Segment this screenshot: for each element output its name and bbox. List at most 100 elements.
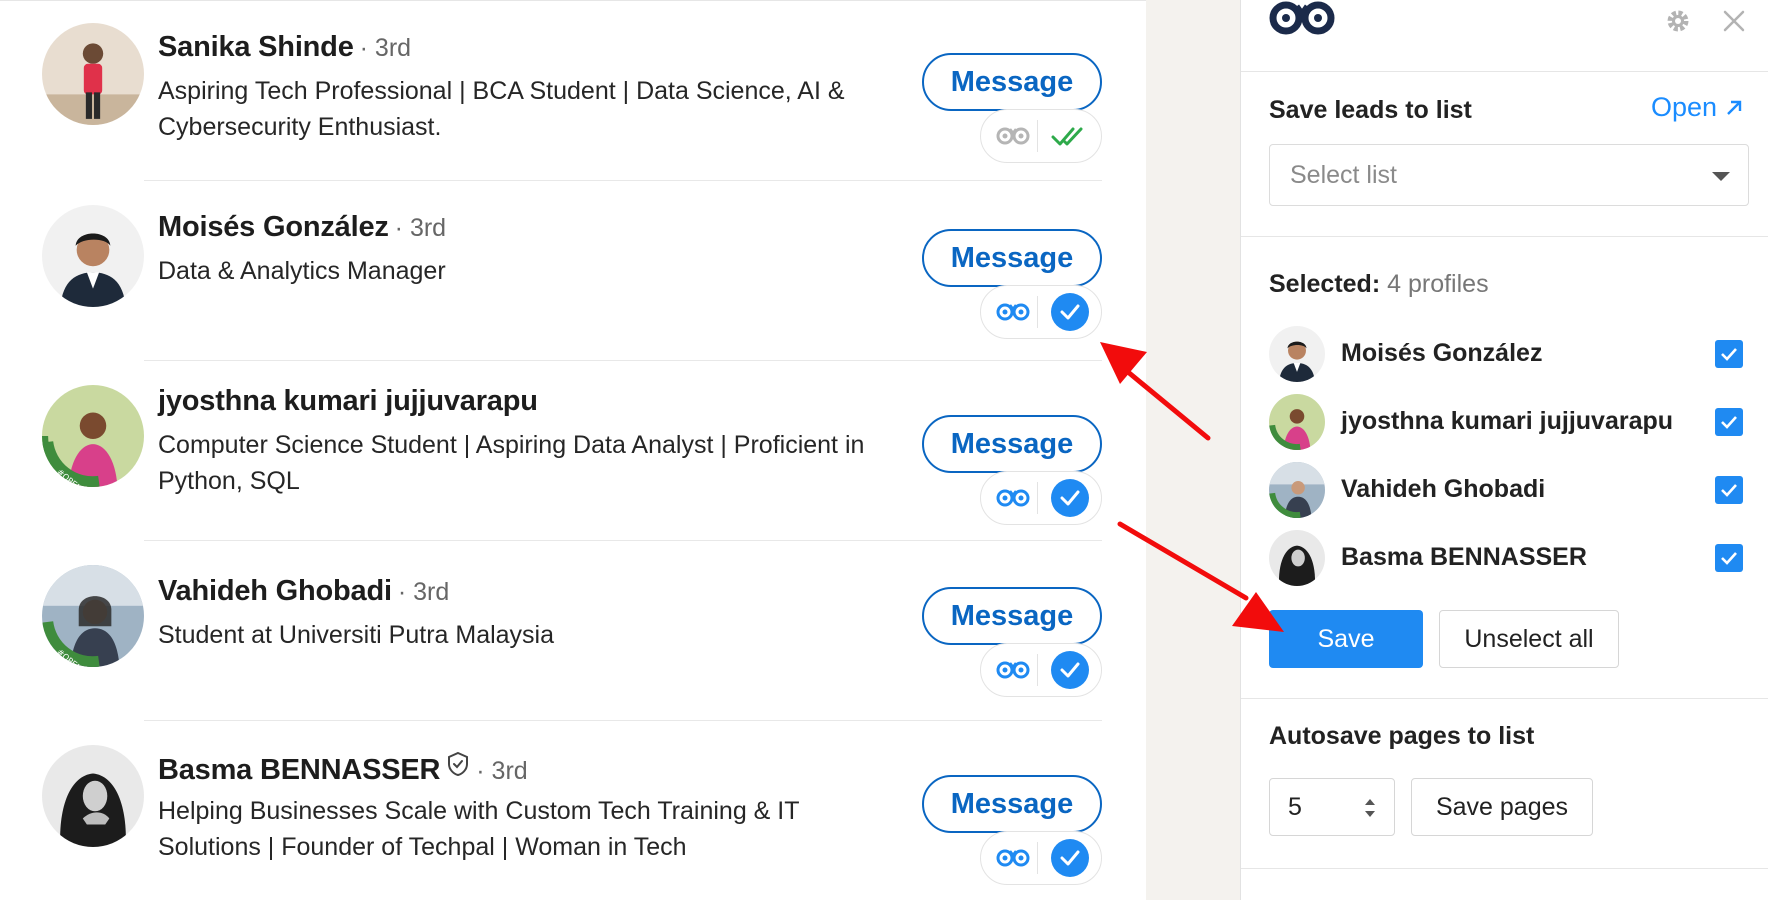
verified-shield-icon [448, 751, 469, 777]
check-circle-button[interactable] [1038, 832, 1101, 884]
chevron-down-icon [1712, 172, 1730, 181]
lead-action-pill [980, 285, 1102, 339]
profile-checkbox[interactable] [1715, 340, 1743, 368]
person-name[interactable]: Moisés González [158, 211, 389, 243]
save-leads-title: Save leads to list [1269, 96, 1472, 124]
owl-icon[interactable] [989, 110, 1037, 162]
selected-profile-name: Moisés González [1341, 339, 1543, 367]
list-item: #OPENTOWORK jyosthna kumari jujjuvarapu … [0, 361, 1146, 541]
panel-header [1241, 0, 1768, 72]
list-item: #OPENTOWORK Vahideh Ghobadi· 3rd Student… [0, 541, 1146, 721]
unselect-all-button[interactable]: Unselect all [1439, 610, 1619, 668]
name-line: Vahideh Ghobadi · 3rd [158, 575, 449, 608]
check-circle-button[interactable] [1038, 286, 1101, 338]
list-item: Moisés González · 3rd Data & Analytics Ma… [0, 181, 1146, 361]
check-circle-icon [1050, 479, 1089, 517]
lead-action-pill [980, 643, 1102, 697]
checkmark-icon [1721, 416, 1737, 429]
person-name[interactable]: jyosthna kumari jujjuvarapu [158, 385, 538, 417]
double-check-icon[interactable] [1038, 110, 1101, 162]
profile-checkbox[interactable] [1715, 476, 1743, 504]
list-item: Basma BENNASSER · 3rd Helping Businesses … [0, 721, 1146, 900]
avatar[interactable]: #OPENTOWORK [42, 385, 144, 487]
list-select[interactable]: Select list [1269, 144, 1749, 206]
message-button[interactable]: Message [922, 415, 1102, 473]
list-item: Sanika Shinde · 3rd Aspiring Tech Profess… [0, 1, 1146, 181]
open-link-label: Open [1651, 92, 1718, 122]
checkmark-icon [1721, 552, 1737, 565]
close-icon[interactable] [1719, 6, 1749, 36]
selected-profile-row: Moisés González [1269, 326, 1749, 382]
select-placeholder: Select list [1290, 160, 1397, 189]
connection-degree: · 3rd [394, 214, 447, 242]
open-list-link[interactable]: Open [1651, 92, 1745, 123]
selected-profile-row: Basma BENNASSER [1269, 530, 1749, 586]
check-circle-icon [1050, 839, 1089, 877]
lead-action-pill [980, 471, 1102, 525]
check-circle-button[interactable] [1038, 472, 1101, 524]
search-results-list: Sanika Shinde · 3rd Aspiring Tech Profess… [0, 0, 1146, 900]
check-circle-button[interactable] [1038, 644, 1101, 696]
selected-profile-row: jyosthna kumari jujjuvarapu [1269, 394, 1749, 450]
name-line: Moisés González · 3rd [158, 211, 446, 244]
external-arrow-icon [1727, 100, 1742, 115]
check-circle-icon [1050, 293, 1089, 331]
name-line: Sanika Shinde · 3rd [158, 31, 411, 64]
extension-panel: Save leads to list Open Select list Sele… [1240, 0, 1768, 900]
stepper-arrows-icon[interactable] [1362, 795, 1378, 821]
message-button[interactable]: Message [922, 775, 1102, 833]
selected-count: 4 profiles [1387, 270, 1489, 298]
lead-action-pill [980, 109, 1102, 163]
selected-label: Selected: [1269, 270, 1381, 298]
divider [1241, 236, 1768, 237]
owl-icon[interactable] [989, 286, 1037, 338]
person-headline: Student at Universiti Putra Malaysia [158, 621, 555, 649]
pages-value: 5 [1288, 792, 1302, 821]
connection-degree: · 3rd [397, 578, 450, 606]
message-button[interactable]: Message [922, 229, 1102, 287]
avatar[interactable] [42, 205, 144, 307]
save-pages-button[interactable]: Save pages [1411, 778, 1593, 836]
avatar [1269, 462, 1325, 518]
person-headline: Helping Businesses Scale with Custom Tec… [158, 797, 800, 861]
avatar[interactable] [42, 745, 144, 847]
autosave-title: Autosave pages to list [1269, 722, 1535, 750]
person-name[interactable]: Sanika Shinde [158, 31, 354, 63]
owl-icon[interactable] [989, 472, 1037, 524]
avatar [1269, 394, 1325, 450]
connection-degree: · 3rd [359, 34, 412, 62]
selected-profile-name: Basma BENNASSER [1341, 543, 1587, 571]
selected-summary: Selected: 4 profiles [1269, 270, 1489, 299]
page-gutter [1146, 0, 1240, 900]
name-line: jyosthna kumari jujjuvarapu [158, 385, 538, 418]
divider [1241, 698, 1768, 699]
avatar [1269, 530, 1325, 586]
selected-profile-row: Vahideh Ghobadi [1269, 462, 1749, 518]
message-button[interactable]: Message [922, 587, 1102, 645]
checkmark-icon [1721, 484, 1737, 497]
pages-number-input[interactable]: 5 [1269, 778, 1395, 836]
divider [1241, 868, 1768, 869]
owl-icon[interactable] [989, 644, 1037, 696]
selected-profile-name: jyosthna kumari jujjuvarapu [1341, 407, 1674, 435]
check-circle-icon [1050, 651, 1089, 689]
person-name[interactable]: Vahideh Ghobadi [158, 575, 392, 607]
selected-profile-name: Vahideh Ghobadi [1341, 475, 1546, 503]
person-headline: Computer Science Student | Aspiring Data… [158, 431, 865, 495]
profile-checkbox[interactable] [1715, 544, 1743, 572]
owl-icon[interactable] [989, 832, 1037, 884]
lead-action-pill [980, 831, 1102, 885]
person-headline: Aspiring Tech Professional | BCA Student… [158, 77, 845, 141]
message-button[interactable]: Message [922, 53, 1102, 111]
profile-checkbox[interactable] [1715, 408, 1743, 436]
owl-logo-icon [1269, 1, 1335, 35]
person-headline: Data & Analytics Manager [158, 257, 446, 285]
avatar[interactable]: #OPENTOWORK [42, 565, 144, 667]
save-button[interactable]: Save [1269, 610, 1423, 668]
person-name[interactable]: Basma BENNASSER [158, 754, 440, 786]
gear-icon[interactable] [1665, 8, 1691, 34]
checkmark-icon [1721, 348, 1737, 361]
avatar [1269, 326, 1325, 382]
name-line: Basma BENNASSER · 3rd [158, 751, 528, 787]
avatar[interactable] [42, 23, 144, 125]
